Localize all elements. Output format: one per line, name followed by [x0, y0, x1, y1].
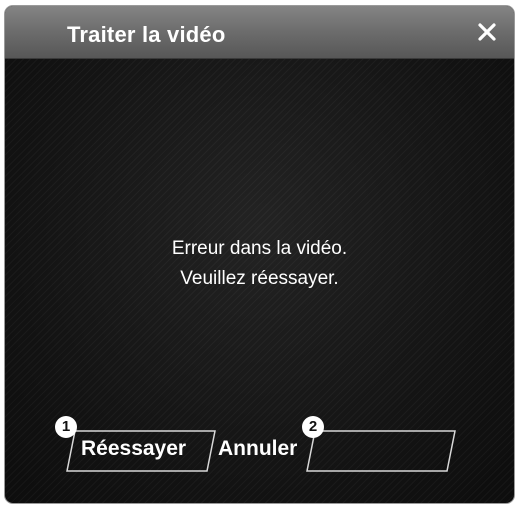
cancel-button-label: Annuler: [218, 437, 298, 460]
cancel-button[interactable]: [301, 428, 461, 474]
error-message-line-1: Erreur dans la vidéo.: [171, 238, 348, 259]
close-button[interactable]: [472, 17, 502, 47]
dialog-title-bar: Traiter la vidéo: [5, 6, 514, 59]
callout-marker-2: 2: [302, 416, 324, 438]
dialog-title: Traiter la vidéo: [67, 22, 226, 47]
error-message: Erreur dans la vidéo. Veuillez réessayer…: [5, 234, 514, 294]
process-video-dialog: Traiter la vidéo Erreur dans la vidéo. V…: [5, 6, 514, 503]
error-message-line-2: Veuillez réessayer.: [180, 268, 339, 289]
retry-button-label: Réessayer: [81, 437, 187, 460]
close-icon: [478, 23, 496, 41]
callout-marker-1: 1: [55, 416, 77, 438]
